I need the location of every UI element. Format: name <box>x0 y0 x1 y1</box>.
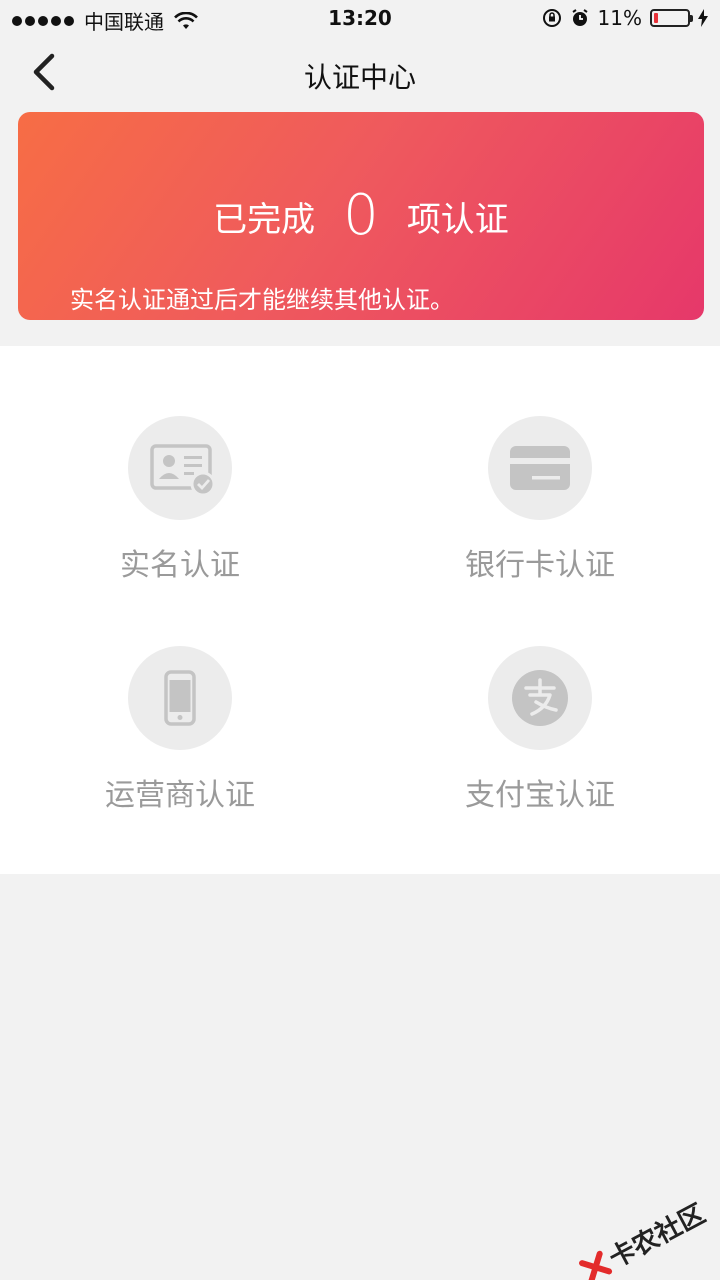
completed-suffix: 项认证 <box>406 199 509 240</box>
auth-item-label: 实名认证 <box>120 548 240 583</box>
auth-item-alipay[interactable]: 支付宝认证 <box>390 646 690 814</box>
auth-item-label: 支付宝认证 <box>465 778 615 813</box>
alarm-icon <box>571 9 588 26</box>
auth-item-real-name[interactable]: 实名认证 <box>30 416 330 584</box>
status-bar: 中国联通 13:20 11% <box>0 0 720 36</box>
alipay-icon <box>512 670 568 726</box>
auth-item-icon-bg <box>128 416 232 520</box>
watermark-text: 卡农社区 <box>604 1199 711 1275</box>
charging-icon <box>698 9 708 27</box>
completed-count: 0 <box>343 183 379 248</box>
bank-card-icon <box>510 446 570 490</box>
battery-level <box>654 13 658 23</box>
auth-item-carrier[interactable]: 运营商认证 <box>30 646 330 814</box>
auth-item-icon-bg <box>488 646 592 750</box>
completed-prefix: 已完成 <box>213 199 316 240</box>
auth-grid: 实名认证 银行卡认证 运营商认证 支付宝认证 <box>0 346 720 874</box>
status-right: 11% <box>542 6 708 30</box>
id-card-icon <box>150 444 216 497</box>
page-title: 认证中心 <box>303 61 416 94</box>
watermark: 卡农社区 <box>575 1194 711 1280</box>
battery-icon <box>650 9 693 27</box>
auth-item-label: 银行卡认证 <box>465 548 615 583</box>
mobile-phone-icon <box>164 670 196 726</box>
auth-item-label: 运营商认证 <box>105 778 255 813</box>
rotation-lock-icon <box>542 9 561 27</box>
nav-bar: 认证中心 <box>0 36 720 110</box>
auth-item-icon-bg <box>488 416 592 520</box>
completed-count-row: 已完成 0 项认证 <box>18 188 704 244</box>
progress-banner: 已完成 0 项认证 实名认证通过后才能继续其他认证。 <box>18 112 704 320</box>
auth-item-icon-bg <box>128 646 232 750</box>
auth-item-bank-card[interactable]: 银行卡认证 <box>390 416 690 584</box>
banner-hint: 实名认证通过后才能继续其他认证。 <box>70 286 454 314</box>
battery-percent: 11% <box>597 6 642 30</box>
